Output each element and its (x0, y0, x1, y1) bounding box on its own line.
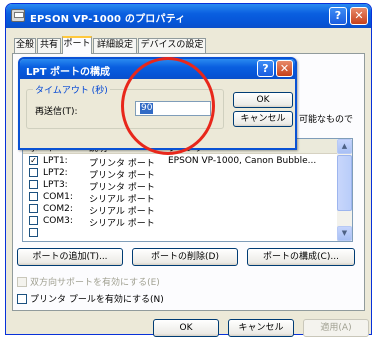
port-checkbox[interactable] (29, 180, 38, 189)
scroll-up-arrow-icon[interactable]: ▲ (337, 139, 352, 154)
port-list-scrollbar[interactable]: ▲ ▼ (337, 139, 352, 241)
tab-ports[interactable]: ポート (62, 36, 92, 54)
port-checkbox[interactable] (29, 204, 38, 213)
help-button[interactable]: ? (329, 7, 347, 25)
printer-pooling-label: プリンタ プールを有効にする(N) (30, 295, 164, 305)
port-checkbox[interactable] (29, 168, 38, 177)
description-text-fragment: 可能なもので (299, 115, 354, 125)
tab-general[interactable]: 全般 (14, 38, 36, 53)
bidirectional-support-checkbox[interactable]: 双方向サポートを有効にする(E) (17, 275, 160, 288)
port-row[interactable]: COM2: シリアル ポート (23, 204, 339, 217)
close-button[interactable]: ✕ (350, 7, 368, 25)
tab-device-settings[interactable]: デバイスの設定 (138, 38, 206, 53)
port-name: LPT3: (43, 180, 68, 190)
checkbox-box[interactable] (17, 294, 27, 304)
annotation-circle (121, 57, 215, 155)
tab-sharing[interactable]: 共有 (37, 38, 61, 53)
bidirectional-support-label: 双方向サポートを有効にする(E) (30, 278, 160, 288)
port-row[interactable]: LPT3: プリンタ ポート (23, 180, 339, 193)
scroll-thumb[interactable] (337, 155, 352, 211)
port-name: COM1: (43, 192, 73, 202)
scroll-down-arrow-icon[interactable]: ▼ (337, 226, 352, 241)
checkbox-box[interactable] (17, 277, 27, 287)
cancel-button[interactable]: キャンセル (228, 319, 294, 337)
port-checkbox[interactable] (29, 192, 38, 201)
window-title: EPSON VP-1000 のプロパティ (30, 14, 186, 25)
dialog-cancel-button[interactable]: キャンセル (233, 111, 293, 127)
title-bar[interactable]: EPSON VP-1000 のプロパティ ? ✕ (6, 4, 371, 28)
tab-advanced[interactable]: 詳細設定 (93, 38, 137, 53)
port-row-partial[interactable] (23, 228, 339, 240)
retry-label: 再送信(T): (35, 107, 78, 117)
dialog-title: LPT ポートの構成 (26, 67, 111, 78)
port-list[interactable]: ポート 説明 プリンタ ✓ LPT1: プリンタ ポート EPSON VP-10… (22, 138, 353, 242)
add-port-button[interactable]: ポートの追加(T)... (17, 248, 123, 266)
dialog-close-button[interactable]: ✕ (276, 60, 293, 77)
apply-button[interactable]: 適用(A) (303, 319, 369, 337)
port-name: LPT1: (43, 156, 68, 166)
port-printer: EPSON VP-1000, Canon Bubble... (168, 156, 317, 166)
port-name: LPT2: (43, 168, 68, 178)
timeout-group-label: タイムアウト (秒) (33, 83, 110, 96)
port-row[interactable]: COM3: シリアル ポート (23, 216, 339, 229)
port-name: COM3: (43, 216, 73, 226)
dialog-help-button[interactable]: ? (257, 60, 274, 77)
printer-icon (11, 9, 25, 22)
port-checkbox[interactable] (29, 216, 38, 225)
delete-port-button[interactable]: ポートの削除(D) (132, 248, 238, 266)
port-row[interactable]: ✓ LPT1: プリンタ ポート EPSON VP-1000, Canon Bu… (23, 156, 339, 169)
port-name: COM2: (43, 204, 73, 214)
port-checkbox[interactable] (29, 228, 38, 237)
dialog-ok-button[interactable]: OK (233, 92, 293, 108)
port-row[interactable]: LPT2: プリンタ ポート (23, 168, 339, 181)
printer-pooling-checkbox[interactable]: プリンタ プールを有効にする(N) (17, 292, 164, 305)
port-checkbox[interactable]: ✓ (29, 156, 38, 165)
ok-button[interactable]: OK (153, 319, 219, 337)
configure-port-button[interactable]: ポートの構成(C)... (247, 248, 355, 266)
port-row[interactable]: COM1: シリアル ポート (23, 192, 339, 205)
